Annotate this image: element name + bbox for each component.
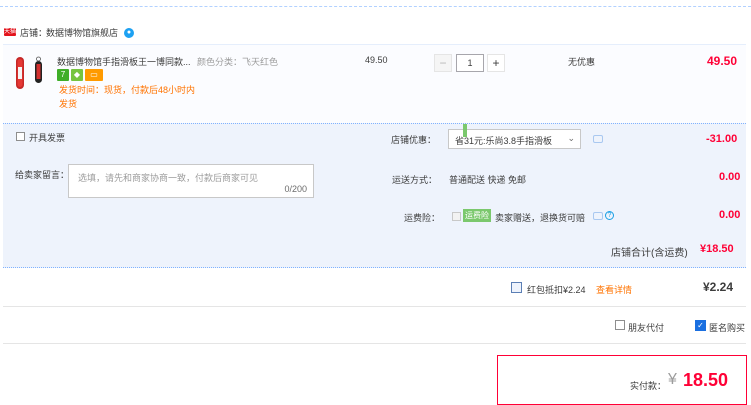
order-item-row: 数据博物馆手指滑板王一博同款... 颜色分类：飞天红色 7 ◆ ▭ 发货时间：现货，…	[3, 44, 746, 124]
service-badges: 7 ◆ ▭	[57, 69, 105, 81]
seller-message-field[interactable]: 选填，请先和商家协商一致，付款后商家可见 0/200	[68, 164, 314, 198]
invoice-label: 开具发票	[29, 133, 66, 143]
section-divider	[3, 306, 746, 307]
red-packet-label: 红包抵扣¥2.24	[527, 285, 586, 295]
red-packet-amount: ¥2.24	[703, 280, 734, 294]
shop-promo-value: 省31元:乐尚3.8手指滑板	[455, 136, 553, 146]
payment-summary-box: 实付款： ¥ 18.50	[497, 355, 747, 405]
product-thumbnail[interactable]	[13, 55, 49, 91]
insurance-text: 卖家赠送，退换货可赔	[495, 213, 586, 223]
invoice-checkbox[interactable]	[16, 132, 25, 141]
shop-promo-amount: -31.00	[706, 133, 738, 145]
item-discount: 无优惠	[568, 57, 596, 67]
tmall-badge-icon: 天猫	[4, 28, 17, 36]
insurance-label: 运费险：	[404, 213, 441, 223]
product-title-link[interactable]: 数据博物馆手指滑板王一博同款...	[57, 55, 193, 68]
insurance-checkbox[interactable]	[452, 212, 461, 221]
friend-pay-checkbox[interactable]	[615, 320, 625, 330]
guarantee-icon[interactable]: ◆	[71, 69, 83, 81]
anonymous-label: 匿名购买	[709, 323, 746, 333]
help-icon[interactable]: ?	[605, 211, 614, 220]
unit-price: 49.50	[365, 55, 388, 65]
shop-total-amount: ¥18.50	[700, 243, 734, 255]
insurance-tag	[463, 124, 467, 137]
shop-promo-label: 店铺优惠：	[391, 135, 437, 145]
red-packet-checkbox[interactable]	[511, 282, 522, 293]
shop-row: 天猫 店铺： 数据博物馆旗舰店 ●	[0, 22, 751, 44]
delivery-label: 运送方式：	[392, 175, 438, 185]
shop-total-label: 店铺合计(含运费)	[611, 248, 688, 259]
pay-label: 实付款：	[630, 381, 667, 391]
section-divider	[3, 343, 746, 344]
fingerboard-image-icon	[16, 56, 42, 89]
message-label: 给卖家留言：	[15, 170, 70, 180]
pay-currency: ¥	[668, 371, 677, 388]
header-divider	[0, 0, 751, 7]
promo-chat-icon[interactable]	[593, 135, 603, 143]
item-line-total: 49.50	[706, 54, 737, 68]
delivery-value: 普通配送 快递 免邮	[449, 175, 527, 185]
pay-amount: 18.50	[683, 370, 729, 390]
friend-pay-label: 朋友代付	[628, 323, 665, 333]
quantity-plus-button[interactable]: +	[487, 54, 505, 72]
insurance-tag: 运费险	[463, 209, 491, 222]
quantity-minus-button[interactable]: −	[434, 54, 452, 72]
message-char-count: 0/200	[284, 184, 307, 194]
insurance-amount: 0.00	[719, 209, 741, 221]
wangwang-chat-icon[interactable]: ●	[124, 28, 134, 38]
insurance-chat-icon[interactable]	[593, 212, 603, 220]
chevron-down-icon: ⌄	[567, 133, 575, 143]
seven-day-return-icon[interactable]: 7	[57, 69, 69, 81]
product-sku: 颜色分类：飞天红色	[197, 57, 279, 67]
anonymous-checkbox[interactable]: ✓	[695, 320, 706, 331]
shop-label: 店铺：	[20, 28, 48, 38]
message-placeholder: 选填，请先和商家协商一致，付款后商家可见	[78, 173, 259, 183]
shop-name-link[interactable]: 数据博物馆旗舰店	[46, 26, 118, 39]
credit-card-icon[interactable]: ▭	[85, 69, 103, 81]
delivery-amount: 0.00	[719, 171, 741, 183]
shop-promo-select[interactable]: 省31元:乐尚3.8手指滑板 ⌄	[448, 129, 581, 149]
quantity-input[interactable]: 1	[456, 54, 484, 72]
red-packet-details-link[interactable]: 查看详情	[596, 283, 632, 296]
shipping-time-note: 发货时间：现货，付款后48小时内发货	[59, 85, 196, 109]
